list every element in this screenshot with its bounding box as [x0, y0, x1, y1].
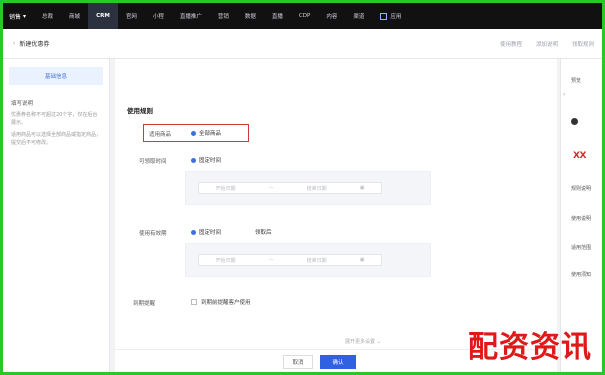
- nav-item-10[interactable]: 内容: [318, 3, 345, 29]
- header-links: 使用教程 添加说明 领取规则: [500, 40, 594, 48]
- brand-switcher[interactable]: 销售 ▾: [7, 12, 34, 21]
- expand-more-settings-link[interactable]: 展开更多设置 ⌄: [345, 338, 381, 345]
- checkbox[interactable]: [191, 299, 197, 305]
- claim-time-label: 可领取时间: [139, 159, 167, 165]
- validity-label: 使用有效期: [139, 231, 167, 237]
- radio-label: 领取后: [255, 230, 272, 236]
- preview-line: 使用须知: [571, 272, 592, 278]
- notice-checkbox-label: 到期前提醒客户使用: [201, 300, 251, 306]
- chevron-down-icon: ▾: [23, 12, 27, 20]
- header-link-2[interactable]: 领取规则: [572, 40, 594, 48]
- notice-label: 到期提醒: [133, 301, 156, 307]
- start-date-placeholder: 开始日期: [215, 257, 236, 264]
- apps-label: 应用: [390, 14, 402, 20]
- nav-item-3[interactable]: 官网: [118, 3, 145, 29]
- validity-range-box: 开始日期 — 结束日期 ▣: [185, 243, 431, 277]
- page-header: ‹ 新建优惠券 使用教程 添加说明 领取规则: [3, 29, 602, 59]
- radio-validity-after-claim[interactable]: 领取后: [255, 228, 272, 236]
- guide-item: 优惠券名称不可超过20个字，仅在后台展示。: [11, 112, 98, 126]
- applicable-goods-label: 适用商品: [149, 132, 172, 138]
- page-title: 新建优惠券: [19, 41, 50, 48]
- tab-basic-info[interactable]: 基础信息: [9, 67, 103, 85]
- nav-item-cdp[interactable]: CDP: [291, 3, 318, 29]
- confirm-button[interactable]: 确认: [320, 355, 356, 369]
- radio-dot-icon: [191, 229, 196, 235]
- radio-all-goods[interactable]: 全部商品: [191, 129, 221, 137]
- chevron-down-icon: ⌄: [376, 339, 381, 345]
- nav-item-7[interactable]: 数据: [237, 3, 264, 29]
- nav-item-11[interactable]: 渠道: [345, 3, 372, 29]
- guide-item: 适用商品可以选择全部商品或指定商品，提交后不可修改。: [11, 132, 102, 146]
- calendar-icon: ▣: [359, 257, 365, 263]
- nav-item-6[interactable]: 营销: [210, 3, 237, 29]
- radio-dot-icon: [191, 130, 196, 136]
- range-separator: —: [268, 257, 274, 263]
- avatar: [571, 118, 578, 125]
- preview-title: 预览: [571, 78, 582, 84]
- apps-menu[interactable]: 应用: [372, 3, 409, 29]
- nav-item-5[interactable]: 直播推广: [172, 3, 210, 29]
- radio-validity-fixed-time[interactable]: 固定时间: [191, 228, 221, 236]
- preview-line: 使用说明: [571, 216, 592, 222]
- nav-item-crm[interactable]: CRM: [88, 3, 118, 29]
- notice-checkbox-row[interactable]: 到期前提醒客户使用: [191, 298, 251, 306]
- grid-icon: [380, 12, 388, 20]
- header-link-0[interactable]: 使用教程: [500, 40, 522, 48]
- start-date-placeholder: 开始日期: [215, 185, 236, 192]
- radio-label: 全部商品: [199, 131, 222, 137]
- watermark: 配资资讯: [468, 330, 592, 365]
- cancel-button[interactable]: 取消: [283, 355, 313, 369]
- preview-line: 规则说明: [571, 186, 592, 192]
- guide-box: 填写说明 优惠券名称不可超过20个字，仅在后台展示。 适用商品可以选择全部商品或…: [11, 99, 101, 147]
- claim-date-range-input[interactable]: 开始日期 — 结束日期 ▣: [198, 182, 382, 194]
- end-date-placeholder: 结束日期: [306, 257, 327, 264]
- range-separator: —: [268, 185, 274, 191]
- back-arrow-icon[interactable]: ‹: [13, 40, 15, 47]
- nav-item-8[interactable]: 直播: [264, 3, 291, 29]
- calendar-icon: ▣: [359, 185, 365, 191]
- nav-item-4[interactable]: 小程: [145, 3, 172, 29]
- radio-dot-icon: [191, 157, 196, 163]
- app-window: 销售 ▾ 总裁 商城 CRM 官网 小程 直播推广 营销 数据 直播 CDP 内…: [3, 3, 602, 372]
- guide-title: 填写说明: [11, 101, 34, 107]
- radio-claim-fixed-time[interactable]: 固定时间: [191, 156, 221, 164]
- brand-label: 销售: [9, 13, 22, 21]
- nav-item-0[interactable]: 总裁: [34, 3, 61, 29]
- radio-label: 固定时间: [199, 158, 222, 164]
- nav-item-1[interactable]: 商城: [61, 3, 88, 29]
- chevron-left-icon[interactable]: ‹: [563, 91, 565, 98]
- end-date-placeholder: 结束日期: [306, 185, 327, 192]
- preview-line: 适用范围: [571, 245, 592, 251]
- expand-label: 展开更多设置: [345, 339, 376, 345]
- header-link-1[interactable]: 添加说明: [536, 40, 558, 48]
- validity-date-range-input[interactable]: 开始日期 — 结束日期 ▣: [198, 254, 382, 266]
- top-navigation-bar: 销售 ▾ 总裁 商城 CRM 官网 小程 直播推广 营销 数据 直播 CDP 内…: [3, 3, 602, 29]
- preview-logo: XX: [573, 151, 586, 161]
- claim-time-range-box: 开始日期 — 结束日期 ▣: [185, 171, 431, 205]
- radio-label: 固定时间: [199, 230, 222, 236]
- section-title: 使用规则: [127, 107, 153, 115]
- left-panel: 基础信息 填写说明 优惠券名称不可超过20个字，仅在后台展示。 适用商品可以选择…: [3, 59, 110, 372]
